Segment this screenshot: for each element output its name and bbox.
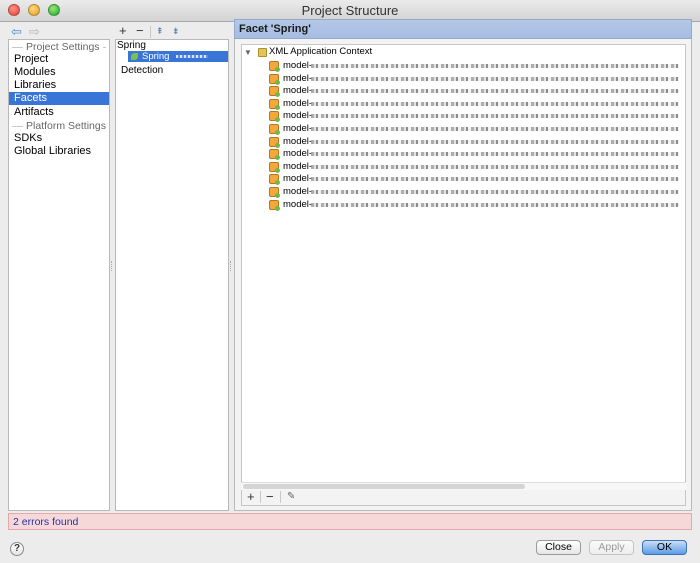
ok-button[interactable]: OK bbox=[642, 540, 687, 555]
context-file-row[interactable]: model- bbox=[269, 186, 684, 198]
xml-spring-file-icon bbox=[269, 98, 280, 110]
expand-all-icon[interactable]: ⇞ bbox=[156, 24, 164, 38]
context-file-label: model- bbox=[283, 72, 313, 84]
redacted-path bbox=[311, 101, 679, 106]
redacted-path bbox=[311, 139, 679, 144]
tree-root-row[interactable]: ▼ XML Application Context bbox=[244, 46, 684, 59]
remove-context-button[interactable]: − bbox=[266, 490, 274, 504]
xml-spring-file-icon bbox=[269, 187, 280, 198]
redacted-text bbox=[176, 54, 209, 58]
remove-facet-button[interactable]: − bbox=[136, 24, 144, 38]
redacted-path bbox=[311, 64, 679, 68]
context-file-row[interactable]: model- bbox=[269, 60, 684, 72]
context-file-row[interactable]: model- bbox=[269, 98, 684, 110]
horizontal-scrollbar[interactable] bbox=[241, 482, 686, 490]
spring-leaf-icon bbox=[131, 53, 138, 60]
context-folder-icon bbox=[258, 48, 267, 57]
redacted-path bbox=[311, 127, 679, 131]
close-button[interactable]: Close bbox=[536, 540, 581, 555]
edit-icon[interactable]: ✎ bbox=[287, 490, 295, 504]
apply-button[interactable]: Apply bbox=[589, 540, 634, 555]
redacted-path bbox=[311, 89, 679, 94]
redacted-path bbox=[311, 152, 679, 157]
context-file-label: model- bbox=[283, 97, 313, 109]
settings-category-list: Project Settings Project Modules Librari… bbox=[8, 39, 110, 511]
redacted-path bbox=[311, 114, 679, 119]
context-file-row[interactable]: model- bbox=[269, 85, 684, 98]
xml-spring-file-icon bbox=[269, 136, 280, 148]
context-file-label: model- bbox=[283, 60, 313, 71]
tree-root-label: XML Application Context bbox=[269, 46, 373, 57]
context-file-row[interactable]: model- bbox=[269, 73, 684, 85]
context-file-label: model- bbox=[283, 110, 313, 122]
platform-settings-group-title: Platform Settings bbox=[9, 120, 109, 132]
context-file-row[interactable]: model- bbox=[269, 173, 684, 186]
sidebar-item-facets[interactable]: Facets bbox=[9, 92, 109, 105]
toolbar-divider bbox=[260, 491, 261, 503]
xml-spring-file-icon bbox=[269, 149, 280, 161]
context-file-label: model- bbox=[283, 148, 313, 160]
sidebar-item-libraries[interactable]: Libraries bbox=[9, 79, 109, 92]
facet-header: Facet 'Spring' bbox=[234, 19, 692, 39]
facet-item-detection[interactable]: Detection bbox=[116, 65, 163, 77]
context-file-row[interactable]: model- bbox=[269, 136, 684, 148]
xml-spring-file-icon bbox=[269, 199, 280, 211]
redacted-path bbox=[311, 190, 679, 194]
errors-found-link[interactable]: 2 errors found bbox=[13, 516, 78, 528]
context-file-row[interactable]: model- bbox=[269, 110, 684, 123]
xml-spring-file-icon bbox=[269, 73, 280, 85]
context-file-row[interactable]: model- bbox=[269, 123, 684, 135]
xml-spring-file-icon bbox=[269, 161, 280, 173]
window-title: Project Structure bbox=[301, 3, 399, 18]
context-file-label: model- bbox=[283, 135, 313, 147]
toolbar-divider bbox=[280, 491, 281, 503]
expand-arrow-icon[interactable]: ▼ bbox=[244, 48, 252, 57]
facet-item-spring[interactable]: Spring bbox=[128, 51, 228, 62]
context-file-label: model- bbox=[283, 173, 313, 185]
xml-spring-file-icon bbox=[269, 61, 280, 72]
sidebar-item-modules[interactable]: Modules bbox=[9, 66, 109, 79]
xml-spring-file-icon bbox=[269, 111, 280, 123]
project-settings-group-title: Project Settings bbox=[9, 41, 109, 53]
context-file-row[interactable]: model- bbox=[269, 148, 684, 161]
xml-spring-file-icon bbox=[269, 124, 280, 135]
context-file-row[interactable]: model- bbox=[269, 161, 684, 173]
context-file-label: model- bbox=[283, 198, 313, 210]
context-file-label: model- bbox=[283, 186, 313, 197]
facets-tree: Spring Spring Detection bbox=[115, 39, 229, 511]
context-file-label: model- bbox=[283, 85, 313, 97]
help-button[interactable]: ? bbox=[10, 542, 24, 556]
context-toolbar: + − ✎ bbox=[241, 490, 686, 506]
facets-toolbar: + − ⇞ ⇟ bbox=[115, 24, 228, 40]
add-facet-button[interactable]: + bbox=[119, 24, 127, 38]
context-file-row[interactable]: model- bbox=[269, 199, 684, 211]
arrow-right-icon[interactable]: ⇨ bbox=[29, 25, 40, 38]
sidebar-item-project[interactable]: Project bbox=[9, 53, 109, 66]
facet-item-label: Spring bbox=[142, 51, 170, 62]
facet-group-spring[interactable]: Spring bbox=[116, 41, 146, 51]
application-context-tree: ▼ XML Application Context model-model-mo… bbox=[241, 44, 686, 488]
sidebar-item-sdks[interactable]: SDKs bbox=[9, 132, 109, 145]
redacted-path bbox=[311, 202, 679, 207]
collapse-all-icon[interactable]: ⇟ bbox=[172, 24, 180, 38]
add-context-button[interactable]: + bbox=[247, 490, 255, 504]
scrollbar-thumb[interactable] bbox=[243, 484, 525, 489]
context-file-label: model- bbox=[283, 160, 313, 172]
redacted-path bbox=[311, 164, 679, 169]
redacted-path bbox=[311, 76, 679, 81]
redacted-path bbox=[311, 177, 679, 182]
context-file-label: model- bbox=[283, 123, 313, 134]
toolbar-divider bbox=[150, 26, 151, 38]
arrow-left-icon[interactable]: ⇦ bbox=[11, 25, 22, 38]
sidebar-item-global-libraries[interactable]: Global Libraries bbox=[9, 145, 109, 158]
facet-header-title: Facet 'Spring' bbox=[239, 23, 311, 35]
xml-spring-file-icon bbox=[269, 174, 280, 186]
error-status-bar: 2 errors found bbox=[8, 513, 692, 530]
navigation-bar: ⇦ ⇨ bbox=[8, 25, 108, 40]
xml-spring-file-icon bbox=[269, 86, 280, 98]
sidebar-item-artifacts[interactable]: Artifacts bbox=[9, 106, 109, 119]
